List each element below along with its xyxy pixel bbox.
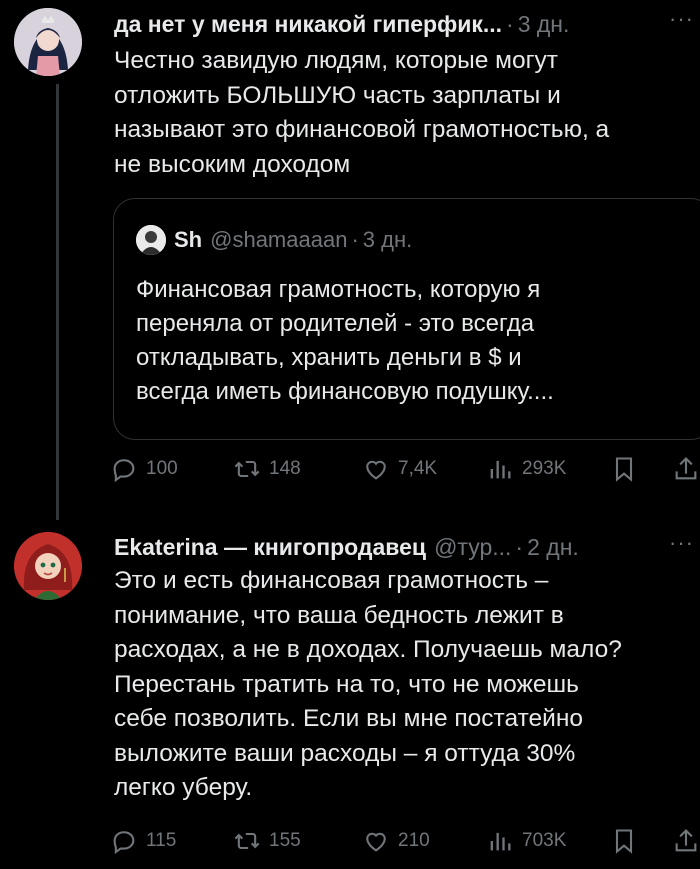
separator-dot: · — [515, 533, 524, 560]
more-options-icon[interactable]: ··· — [669, 6, 694, 32]
bookmark-icon — [615, 829, 633, 854]
bookmark-button[interactable] — [610, 454, 646, 484]
more-options-icon[interactable]: ··· — [669, 530, 694, 556]
separator-dot: · — [506, 10, 514, 37]
tweet-header: Ekaterina — книгопродавец @тур... · 2 дн… — [114, 530, 700, 564]
quote-handle[interactable]: @shamaaaan — [210, 227, 347, 253]
tweet-2[interactable]: Ekaterina — книгопродавец @тур... · 2 дн… — [0, 520, 700, 869]
reply-count: 115 — [146, 830, 177, 851]
like-icon — [366, 460, 386, 480]
avatar[interactable] — [14, 8, 82, 76]
views-count: 703K — [522, 830, 567, 851]
retweet-count: 155 — [269, 830, 301, 851]
share-button[interactable] — [672, 454, 700, 484]
tweet-text: Честно завидую людям, которые могут отло… — [114, 47, 610, 178]
like-button[interactable]: 7,4K — [362, 454, 437, 484]
retweet-button[interactable]: 155 — [233, 826, 301, 856]
timestamp[interactable]: 3 дн. — [518, 11, 570, 38]
separator-dot: · — [351, 227, 359, 252]
thread-line — [56, 84, 59, 520]
tweet-text: Это и есть финансовая грамотность – пони… — [114, 567, 622, 801]
share-icon — [675, 457, 697, 480]
author-handle[interactable]: @тур... — [434, 534, 511, 561]
views-icon — [490, 460, 511, 479]
views-icon — [490, 832, 511, 851]
reply-icon — [113, 459, 135, 483]
quote-header: Sh @shamaaaan · 3 дн. — [136, 225, 412, 255]
quote-author-name[interactable]: Sh — [174, 227, 202, 253]
share-icon — [675, 829, 697, 852]
views-button[interactable]: 703K — [486, 826, 566, 856]
tweet-1[interactable]: да нет у меня никакой гиперфик... · 3 дн… — [0, 0, 700, 520]
views-button[interactable]: 293K — [486, 454, 566, 484]
tweet-actions: 115 155 210 703K — [110, 826, 700, 856]
views-count: 293K — [522, 458, 567, 479]
like-count: 210 — [398, 830, 430, 851]
timestamp[interactable]: 2 дн. — [527, 534, 579, 561]
author-name[interactable]: Ekaterina — книгопродавец — [114, 534, 426, 561]
quoted-tweet[interactable]: Sh @shamaaaan · 3 дн. Финансовая грамотн… — [113, 198, 700, 440]
retweet-icon — [234, 832, 260, 850]
reply-icon — [113, 831, 135, 855]
share-button[interactable] — [672, 826, 700, 856]
bookmark-icon — [615, 457, 633, 482]
reply-count: 100 — [146, 458, 178, 479]
retweet-button[interactable]: 148 — [233, 454, 301, 484]
retweet-icon — [234, 460, 260, 478]
tweet-actions: 100 148 7,4K 293K — [110, 454, 700, 484]
retweet-count: 148 — [269, 458, 301, 479]
avatar[interactable] — [14, 532, 82, 600]
like-icon — [366, 832, 386, 852]
like-button[interactable]: 210 — [362, 826, 430, 856]
quote-timestamp[interactable]: 3 дн. — [363, 227, 412, 253]
quote-avatar — [136, 225, 166, 255]
reply-button[interactable]: 115 — [110, 826, 176, 856]
tweet-header: да нет у меня никакой гиперфик... · 3 дн… — [114, 7, 700, 41]
quote-text: Финансовая грамотность, которую я переня… — [136, 276, 554, 405]
bookmark-button[interactable] — [610, 826, 646, 856]
like-count: 7,4K — [398, 458, 438, 479]
reply-button[interactable]: 100 — [110, 454, 178, 484]
author-name[interactable]: да нет у меня никакой гиперфик... — [114, 11, 502, 38]
